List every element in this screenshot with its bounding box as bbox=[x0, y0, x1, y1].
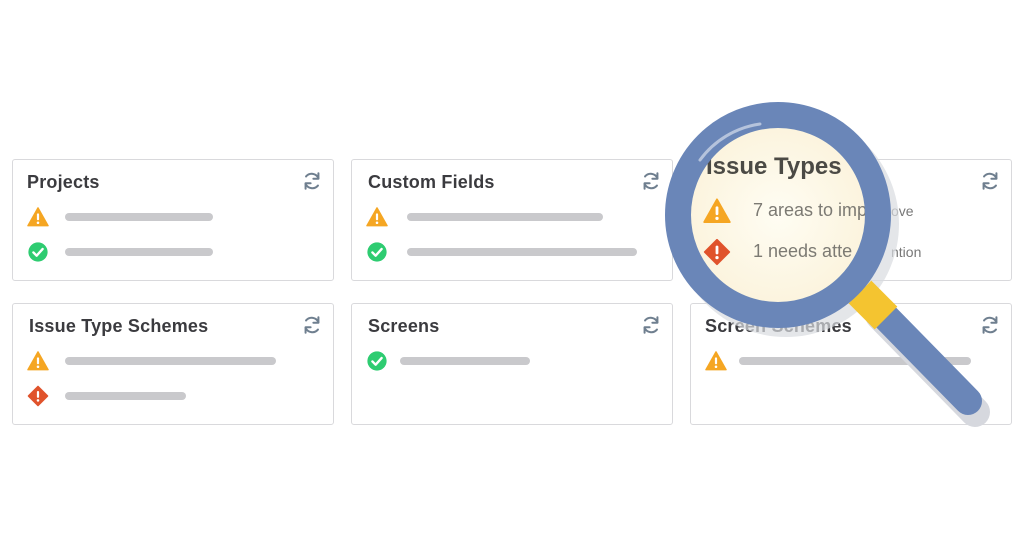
magnified-title: Issue Types bbox=[706, 153, 842, 180]
refresh-icon[interactable] bbox=[979, 314, 1001, 336]
placeholder-bar bbox=[407, 248, 637, 256]
row-text-tail: ntion bbox=[891, 244, 922, 260]
list-item bbox=[27, 385, 319, 407]
card-issue-type-schemes[interactable]: Issue Type Schemes bbox=[12, 303, 334, 425]
list-item bbox=[366, 350, 658, 372]
check-icon bbox=[366, 241, 388, 263]
warning-icon bbox=[366, 206, 388, 228]
refresh-icon[interactable] bbox=[301, 314, 323, 336]
card-screen-schemes[interactable]: Screen Schemes bbox=[690, 303, 1012, 425]
warning-icon bbox=[27, 206, 49, 228]
placeholder-bar bbox=[400, 357, 530, 365]
list-item bbox=[366, 206, 658, 228]
magnified-row-text: 1 needs atte bbox=[753, 241, 853, 261]
magnified-row-text: 7 areas to impr bbox=[753, 200, 874, 220]
row-text-tail: ove bbox=[891, 203, 914, 219]
refresh-icon[interactable] bbox=[979, 170, 1001, 192]
list-item bbox=[705, 350, 997, 372]
card-title: Custom Fields bbox=[368, 172, 495, 192]
card-title: Screen Schemes bbox=[705, 316, 852, 336]
warning-icon bbox=[703, 197, 731, 225]
warning-icon bbox=[705, 350, 727, 372]
error-icon bbox=[703, 238, 731, 266]
refresh-icon[interactable] bbox=[301, 170, 323, 192]
list-item bbox=[27, 350, 319, 372]
check-icon bbox=[366, 350, 388, 372]
check-icon bbox=[27, 241, 49, 263]
warning-icon bbox=[27, 350, 49, 372]
list-item bbox=[27, 241, 319, 263]
placeholder-bar bbox=[65, 357, 276, 365]
placeholder-bar bbox=[65, 392, 186, 400]
refresh-icon[interactable] bbox=[640, 314, 662, 336]
card-title: Screens bbox=[368, 316, 440, 336]
card-screens[interactable]: Screens bbox=[351, 303, 673, 425]
placeholder-bar bbox=[739, 357, 971, 365]
placeholder-bar bbox=[65, 213, 213, 221]
refresh-icon[interactable] bbox=[640, 170, 662, 192]
list-item bbox=[27, 206, 319, 228]
list-item bbox=[366, 241, 658, 263]
card-title: Issue Type Schemes bbox=[29, 316, 209, 336]
card-custom-fields[interactable]: Custom Fields bbox=[351, 159, 673, 281]
card-title: Projects bbox=[27, 172, 100, 192]
placeholder-bar bbox=[65, 248, 213, 256]
placeholder-bar bbox=[407, 213, 603, 221]
card-projects[interactable]: Projects bbox=[12, 159, 334, 281]
error-icon bbox=[27, 385, 49, 407]
